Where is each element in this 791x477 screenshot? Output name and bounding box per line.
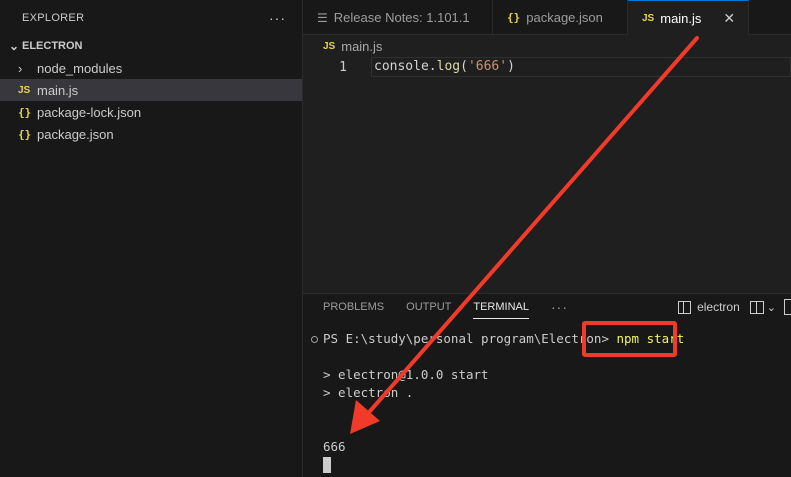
terminal-output-line: > electron@1.0.0 start <box>323 367 489 382</box>
panel-actions: electron ⌄ <box>678 295 791 319</box>
code-editor[interactable]: JS main.js 1 console.log('666') <box>303 35 791 293</box>
javascript-file-icon: JS <box>323 40 336 52</box>
chevron-down-icon[interactable]: ⌄ <box>767 301 776 314</box>
annotation-highlight-box <box>582 321 677 357</box>
code-token-function: log <box>436 59 461 74</box>
javascript-file-icon: JS <box>18 84 31 96</box>
release-notes-icon: ☰ <box>317 10 328 25</box>
explorer-title: EXPLORER <box>22 11 85 24</box>
tree-item-label: package.json <box>37 126 114 142</box>
chevron-down-icon: ⌄ <box>8 39 20 53</box>
tab-main-js[interactable]: JS main.js ✕ <box>628 0 749 35</box>
terminal-name[interactable]: electron <box>697 300 740 314</box>
tab-label: package.json <box>526 10 603 25</box>
close-icon[interactable]: ✕ <box>723 10 735 27</box>
tree-item-label: main.js <box>37 82 79 98</box>
more-actions-icon[interactable]: ··· <box>267 10 288 26</box>
terminal-icon <box>678 300 692 314</box>
terminal-cursor-line <box>323 456 684 474</box>
bottom-panel: PROBLEMS OUTPUT TERMINAL ··· electron ⌄ … <box>303 293 791 477</box>
terminal-prompt: PS E:\study\personal program\Electron> <box>323 331 617 346</box>
editor-tab-bar: ☰ Release Notes: 1.101.1 {} package.json… <box>303 0 791 35</box>
line-number: 1 <box>339 59 347 75</box>
folder-electron[interactable]: ⌄ ELECTRON <box>0 35 302 57</box>
tab-terminal[interactable]: TERMINAL <box>473 295 529 319</box>
breadcrumb[interactable]: JS main.js <box>303 35 791 57</box>
command-decoration-icon <box>311 335 318 343</box>
code-token-string: '666' <box>467 59 508 74</box>
tree-item-node-modules[interactable]: › node_modules <box>0 57 302 79</box>
terminal-output-line: 666 <box>323 439 346 454</box>
json-file-icon: {} <box>18 127 32 141</box>
tab-problems[interactable]: PROBLEMS <box>323 295 384 319</box>
split-terminal-icon[interactable] <box>749 300 764 314</box>
tab-release-notes[interactable]: ☰ Release Notes: 1.101.1 <box>303 0 493 35</box>
javascript-file-icon: JS <box>642 12 655 24</box>
tree-item-package-json[interactable]: {} package.json <box>0 123 302 145</box>
folder-label: ELECTRON <box>22 40 83 52</box>
code-token-paren: ) <box>507 59 515 74</box>
breadcrumb-file[interactable]: main.js <box>341 39 382 54</box>
terminal-output-line: > electron . <box>323 385 414 400</box>
maximize-panel-icon[interactable] <box>784 299 791 315</box>
code-token-object: console. <box>374 59 437 74</box>
tab-output[interactable]: OUTPUT <box>406 295 451 319</box>
json-file-icon: {} <box>507 11 521 24</box>
tree-item-label: node_modules <box>37 60 123 76</box>
explorer-header: EXPLORER ··· <box>0 0 302 35</box>
terminal-blank <box>323 420 684 438</box>
panel-more-icon[interactable]: ··· <box>551 295 568 319</box>
tab-label: Release Notes: 1.101.1 <box>333 10 470 25</box>
code-line[interactable]: 1 console.log('666') <box>303 57 791 77</box>
json-file-icon: {} <box>18 105 32 119</box>
tree-item-main-js[interactable]: JS main.js <box>0 79 302 101</box>
tab-package-json[interactable]: {} package.json <box>493 0 628 35</box>
code-text[interactable]: console.log('666') <box>371 57 791 77</box>
tab-label: main.js <box>660 10 702 26</box>
terminal-blank <box>323 402 684 420</box>
explorer-sidebar: EXPLORER ··· ⌄ ELECTRON › node_modules J… <box>0 0 303 477</box>
code-token-paren: ( <box>460 59 468 74</box>
tree-item-package-lock-json[interactable]: {} package-lock.json <box>0 101 302 123</box>
terminal-cursor <box>323 457 331 473</box>
chevron-right-icon: › <box>18 60 23 76</box>
tree-item-label: package-lock.json <box>37 104 142 120</box>
